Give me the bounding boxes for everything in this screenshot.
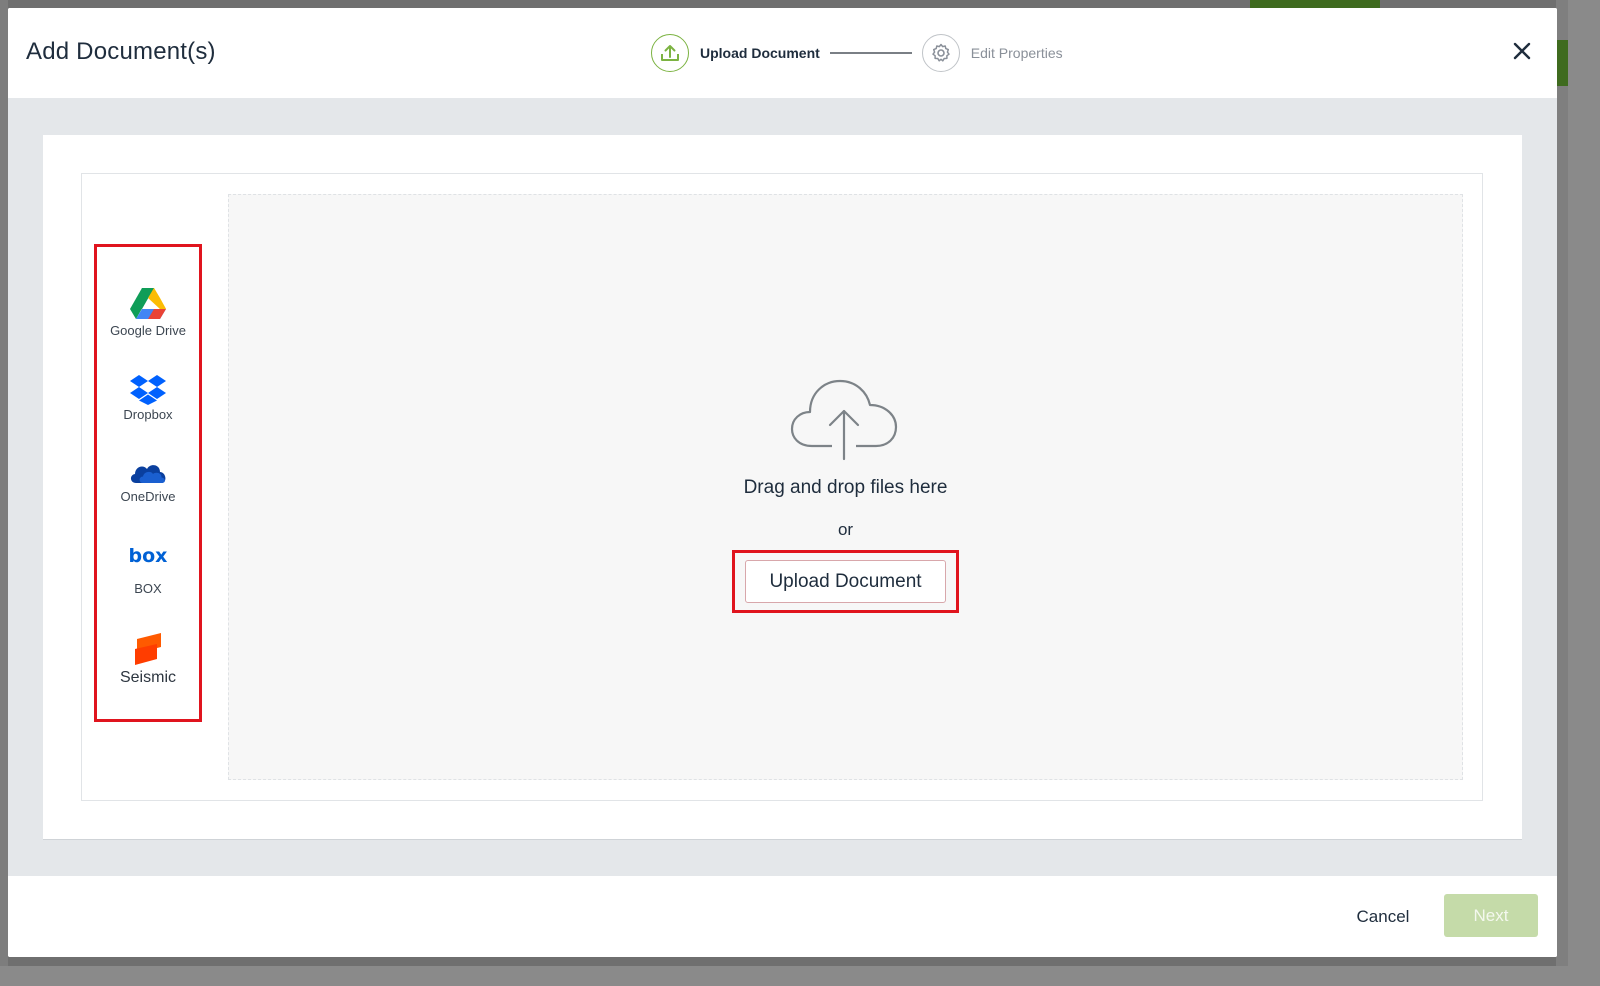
step-connector	[829, 52, 912, 54]
modal-footer: Cancel Next	[8, 876, 1557, 957]
stepper: Upload Document Edit Properties	[651, 33, 1063, 73]
next-button[interactable]: Next	[1444, 894, 1538, 937]
or-text: or	[837, 520, 854, 539]
box-icon: box	[129, 545, 168, 567]
upload-panel: Google Drive Dropbox OneDrive box BOX Se…	[81, 173, 1483, 801]
modal-body: Google Drive Dropbox OneDrive box BOX Se…	[8, 98, 1557, 876]
cancel-button[interactable]: Cancel	[1338, 900, 1428, 934]
upload-document-button[interactable]: Upload Document	[745, 560, 946, 603]
backdrop-right-strip	[1556, 0, 1568, 966]
backdrop-green-bar	[1250, 0, 1380, 8]
onedrive-icon	[130, 465, 166, 483]
svg-text:box: box	[129, 545, 168, 567]
close-icon	[1513, 42, 1531, 60]
modal-title: Add Document(s)	[26, 38, 216, 65]
step-edit-properties-label: Edit Properties	[970, 45, 1063, 61]
gear-icon	[921, 34, 960, 72]
modal-header: Add Document(s) Upload Document Edit Pro…	[8, 8, 1557, 98]
source-seismic[interactable]: Seismic	[97, 631, 199, 687]
upload-icon	[651, 34, 689, 72]
close-button[interactable]	[1511, 40, 1533, 62]
google-drive-icon	[130, 288, 166, 319]
step-upload-document-label: Upload Document	[700, 45, 820, 61]
backdrop-green-tab	[1556, 40, 1568, 86]
seismic-icon	[135, 633, 161, 665]
add-documents-modal: Add Document(s) Upload Document Edit Pro…	[8, 8, 1557, 957]
source-onedrive[interactable]: OneDrive	[97, 459, 199, 504]
file-dropzone[interactable]: Drag and drop files here or Upload Docum…	[228, 194, 1463, 780]
cloud-upload-icon	[790, 379, 898, 461]
source-label: Seismic	[119, 669, 176, 686]
source-label: OneDrive	[120, 489, 176, 504]
drag-drop-text: Drag and drop files here	[743, 477, 948, 498]
upload-button-highlight: Upload Document	[732, 550, 959, 613]
source-label: Google Drive	[110, 323, 186, 338]
source-dropbox[interactable]: Dropbox	[97, 373, 199, 422]
source-label: BOX	[134, 581, 162, 596]
backdrop-left-strip	[0, 0, 8, 966]
source-label: Dropbox	[123, 407, 173, 422]
source-google-drive[interactable]: Google Drive	[97, 287, 199, 338]
upload-card: Google Drive Dropbox OneDrive box BOX Se…	[43, 135, 1522, 840]
cloud-sources-list: Google Drive Dropbox OneDrive box BOX Se…	[94, 244, 202, 722]
dropbox-icon	[130, 375, 166, 405]
source-box[interactable]: box BOX	[97, 541, 199, 596]
